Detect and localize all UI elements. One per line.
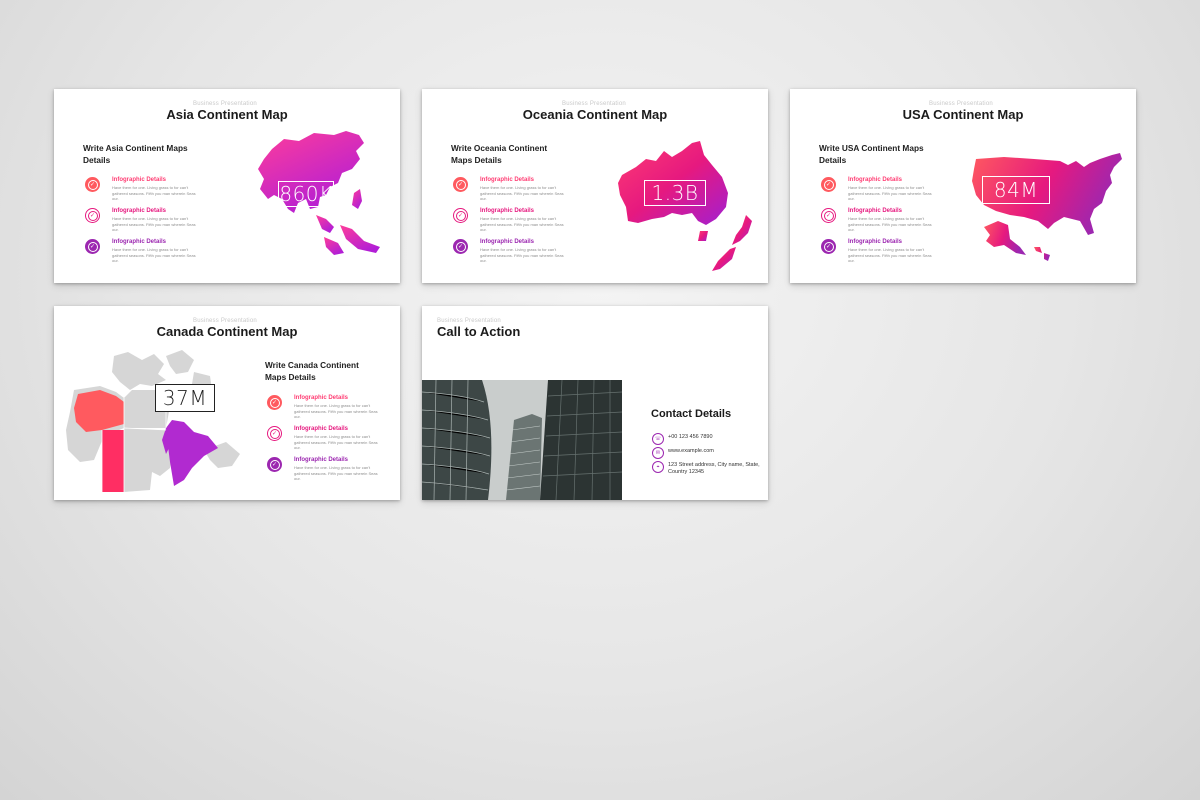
info-item-text: Have them for one. Living grass to for c… [848, 185, 932, 202]
info-item: ✓ Infographic Details Have them for one.… [85, 239, 205, 263]
check-icon: ✓ [821, 208, 836, 223]
check-icon: ✓ [85, 177, 100, 192]
info-item-text: Have them for one. Living grass to for c… [294, 403, 378, 420]
slide-call-to-action[interactable]: Business Presentation Call to Action Con… [422, 306, 768, 500]
contact-phone-text: +00 123 456 7890 [668, 434, 713, 440]
info-item: ✓ Infographic Details Have them for one.… [821, 239, 941, 263]
check-icon: ✓ [267, 426, 282, 441]
info-item-title: Infographic Details [848, 177, 903, 183]
info-item-text: Have them for one. Living grass to for c… [294, 434, 378, 451]
info-item: ✓ Infographic Details Have them for one.… [453, 208, 573, 232]
slide-subhead: Write Asia Continent Maps Details [83, 143, 188, 165]
contact-website-text: www.example.com [668, 448, 714, 454]
info-item-text: Have them for one. Living grass to for c… [112, 216, 196, 233]
info-item-title: Infographic Details [848, 239, 903, 245]
info-item: ✓ Infographic Details Have them for one.… [821, 208, 941, 232]
info-item-text: Have them for one. Living grass to for c… [480, 216, 564, 233]
slide-title: Canada Continent Map [156, 324, 298, 339]
slide-usa[interactable]: Business Presentation USA Continent Map … [790, 89, 1136, 283]
info-item-title: Infographic Details [294, 457, 349, 463]
slide-asia[interactable]: Business Presentation Asia Continent Map… [54, 89, 400, 283]
contact-website[interactable]: ✉ www.example.com [652, 447, 762, 459]
slide-subhead: Write USA Continent Maps Details [819, 143, 924, 165]
info-item-text: Have them for one. Living grass to for c… [294, 465, 378, 482]
contact-address-text: 123 Street address, City name, State, Co… [668, 462, 760, 475]
info-item-title: Infographic Details [848, 208, 903, 214]
stat-value-box: 37M [155, 384, 215, 412]
slide-subhead: Write Oceania Continent Maps Details [451, 143, 548, 165]
info-item-title: Infographic Details [294, 426, 349, 432]
info-item: ✓ Infographic Details Have them for one.… [821, 177, 941, 201]
slide-oceania[interactable]: Business Presentation Oceania Continent … [422, 89, 768, 283]
check-icon: ✓ [267, 457, 282, 472]
slide-title: Oceania Continent Map [522, 107, 668, 122]
check-icon: ✓ [821, 177, 836, 192]
info-item-title: Infographic Details [112, 177, 167, 183]
info-item-title: Infographic Details [294, 395, 349, 401]
info-item: ✓ Infographic Details Have them for one.… [85, 177, 205, 201]
info-item: ✓ Infographic Details Have them for one.… [453, 239, 573, 263]
info-item-text: Have them for one. Living grass to for c… [848, 216, 932, 233]
stat-value-box: 1.3B [644, 180, 706, 206]
info-item: ✓ Infographic Details Have them for one.… [453, 177, 573, 201]
mail-icon: ✉ [652, 447, 664, 459]
info-item-text: Have them for one. Living grass to for c… [480, 247, 564, 264]
info-item: ✓ Infographic Details Have them for one.… [267, 426, 387, 450]
info-item: ✓ Infographic Details Have them for one.… [85, 208, 205, 232]
contact-phone[interactable]: ☏ +00 123 456 7890 [652, 433, 762, 445]
check-icon: ✓ [453, 177, 468, 192]
phone-icon: ☏ [652, 433, 664, 445]
location-pin-icon: ⌖ [652, 461, 664, 473]
building-photo [422, 380, 622, 500]
info-item: ✓ Infographic Details Have them for one.… [267, 457, 387, 481]
info-item-text: Have them for one. Living grass to for c… [112, 185, 196, 202]
contact-address[interactable]: ⌖ 123 Street address, City name, State, … [652, 461, 762, 479]
info-item-title: Infographic Details [480, 177, 535, 183]
info-item-title: Infographic Details [480, 208, 535, 214]
usa-map [972, 153, 1122, 261]
info-item: ✓ Infographic Details Have them for one.… [267, 395, 387, 419]
slide-title: Call to Action [437, 324, 521, 339]
info-item-title: Infographic Details [112, 239, 167, 245]
slide-title: Asia Continent Map [166, 107, 288, 122]
slide-subhead: Write Canada Continent Maps Details [265, 360, 359, 382]
check-icon: ✓ [267, 395, 282, 410]
contact-heading: Contact Details [651, 408, 732, 420]
info-item-title: Infographic Details [480, 239, 535, 245]
check-icon: ✓ [453, 208, 468, 223]
stat-value-box: 84M [982, 176, 1050, 204]
slide-canada[interactable]: Business Presentation Canada Continent M… [54, 306, 400, 500]
check-icon: ✓ [453, 239, 468, 254]
oceania-map [618, 141, 752, 271]
check-icon: ✓ [821, 239, 836, 254]
info-item-text: Have them for one. Living grass to for c… [112, 247, 196, 264]
info-item-text: Have them for one. Living grass to for c… [480, 185, 564, 202]
slide-title: USA Continent Map [902, 107, 1024, 122]
info-item-text: Have them for one. Living grass to for c… [848, 247, 932, 264]
info-item-title: Infographic Details [112, 208, 167, 214]
check-icon: ✓ [85, 208, 100, 223]
check-icon: ✓ [85, 239, 100, 254]
canada-map [66, 350, 240, 492]
stat-value-box: 860K [278, 181, 334, 207]
